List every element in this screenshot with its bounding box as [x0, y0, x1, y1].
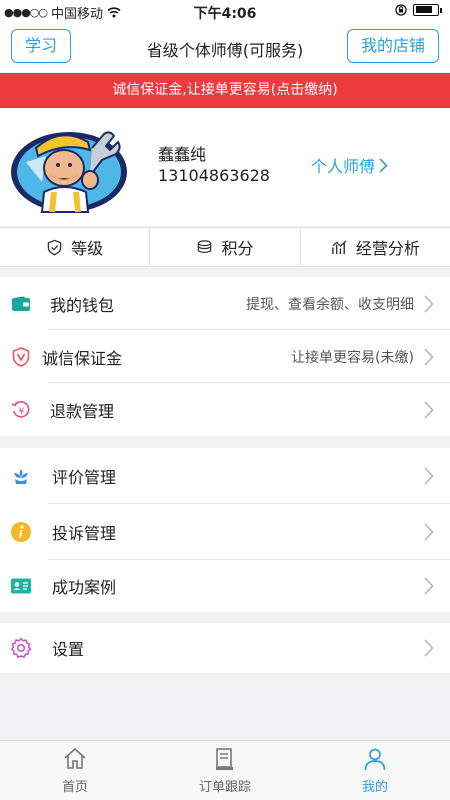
coins-icon: [198, 239, 212, 253]
tab-mine-label: 我的: [361, 780, 388, 795]
menu-item-deposit-value: 让接单更容易(未缴): [291, 349, 414, 366]
menu-item-deposit-label: 诚信保证金: [42, 348, 123, 368]
chevron-right-icon: [424, 400, 434, 419]
menu-item-reviews[interactable]: 评价管理: [0, 448, 450, 504]
my-store-button[interactable]: 我的店铺: [347, 29, 439, 63]
chart-icon: [331, 239, 347, 254]
stat-level-label: 等级: [71, 239, 104, 258]
menu-item-reviews-label: 评价管理: [52, 468, 117, 487]
menu-item-deposit[interactable]: 诚信保证金 让接单更容易(未缴): [0, 330, 450, 383]
home-icon: [64, 747, 86, 769]
shield-check-icon: [47, 239, 62, 255]
chevron-right-icon: [424, 347, 434, 366]
chevron-right-icon: [424, 577, 434, 595]
menu-group-settings: 设置: [0, 623, 450, 673]
personal-master-label: 个人师傅: [311, 157, 376, 176]
chevron-right-icon: [424, 639, 434, 657]
stat-level[interactable]: 等级: [0, 228, 151, 266]
orientation-lock-icon: [395, 4, 407, 16]
avatar: [11, 131, 127, 213]
info-icon: [10, 521, 32, 543]
menu-item-cases[interactable]: 成功案例: [0, 560, 450, 612]
stats-tabs: 等级 积分 经营分析: [0, 227, 450, 267]
chevron-right-icon: [424, 523, 434, 541]
deposit-banner[interactable]: 诚信保证金,让接单更容易(点击缴纳): [0, 73, 450, 108]
tab-order-tracking[interactable]: 订单跟踪: [150, 741, 300, 800]
wallet-icon: [10, 293, 32, 315]
v-shield-icon: [10, 346, 32, 368]
stat-analysis[interactable]: 经营分析: [301, 228, 450, 266]
status-time: 下午4:06: [193, 6, 257, 22]
user-icon: [364, 748, 386, 771]
chevron-right-icon: [424, 467, 434, 485]
menu-item-refund-label: 退款管理: [50, 401, 115, 421]
status-bar: ●●●○○ 中国移动 下午4:06: [0, 0, 450, 22]
tab-order-tracking-label: 订单跟踪: [198, 780, 251, 795]
menu-item-refund[interactable]: ¥ 退款管理: [0, 383, 450, 436]
bottom-tab-bar: 首页 订单跟踪 我的: [0, 740, 450, 800]
battery-icon: [413, 4, 439, 16]
tab-home-label: 首页: [61, 780, 88, 795]
svg-text:¥: ¥: [19, 407, 25, 417]
top-navigation-bar: 学习 省级个体师傅(可服务) 我的店铺: [0, 22, 450, 72]
menu-item-settings-label: 设置: [52, 640, 85, 659]
id-card-icon: [10, 575, 32, 597]
profile-name: 蠢蠢纯: [158, 145, 207, 164]
menu-item-complaints[interactable]: 投诉管理: [0, 504, 450, 560]
tab-home[interactable]: 首页: [0, 741, 150, 800]
stat-analysis-label: 经营分析: [355, 239, 420, 258]
menu-group-service: 评价管理 投诉管理 成功案例: [0, 448, 450, 612]
menu-item-settings[interactable]: 设置: [0, 623, 450, 673]
menu-item-cases-label: 成功案例: [52, 578, 117, 597]
menu-item-complaints-label: 投诉管理: [52, 524, 117, 543]
flower-icon: [10, 465, 32, 487]
stat-points-label: 积分: [221, 239, 254, 258]
menu-item-wallet-value: 提现、查看余额、收支明细: [246, 296, 414, 313]
menu-item-wallet-label: 我的钱包: [50, 295, 115, 315]
profile-card: 蠢蠢纯 13104863628 个人师傅: [0, 108, 450, 226]
gear-icon: [10, 637, 32, 659]
refund-icon: ¥: [10, 399, 32, 421]
chevron-right-icon: [424, 294, 434, 313]
stat-points[interactable]: 积分: [150, 228, 301, 266]
menu-item-wallet[interactable]: 我的钱包 提现、查看余额、收支明细: [0, 277, 450, 330]
menu-group-finance: 我的钱包 提现、查看余额、收支明细 诚信保证金 让接单更容易(未缴) ¥ 退款管…: [0, 277, 450, 436]
order-icon: [216, 748, 233, 770]
personal-master-link[interactable]: 个人师傅: [311, 153, 388, 177]
tab-mine[interactable]: 我的: [300, 741, 450, 800]
profile-phone: 13104863628: [158, 166, 270, 185]
chevron-right-icon: [379, 157, 388, 173]
